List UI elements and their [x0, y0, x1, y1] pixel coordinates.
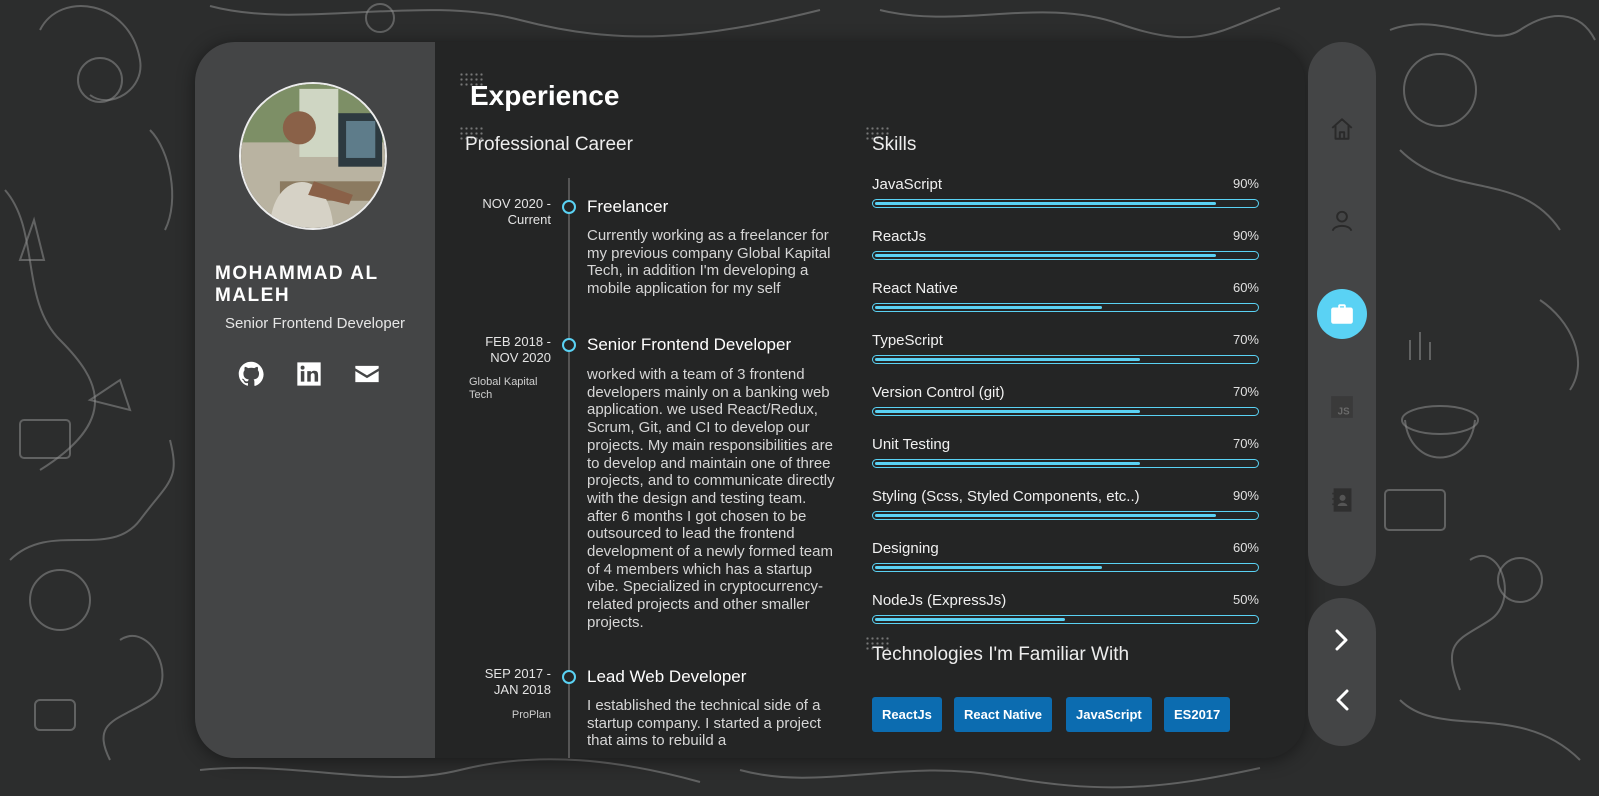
profile-photo	[241, 84, 385, 228]
skill-progress-fill	[875, 202, 1216, 205]
avatar	[239, 82, 387, 230]
nav-skills[interactable]: JS	[1317, 382, 1367, 432]
skill-name: Version Control (git)	[872, 384, 1005, 401]
skill-row: Styling (Scss, Styled Components, etc..)…	[872, 488, 1259, 520]
skill-progress-fill	[875, 358, 1140, 361]
job-title: Lead Web Developer	[587, 667, 747, 686]
skill-name: React Native	[872, 280, 958, 297]
skill-row: NodeJs (ExpressJs) 50%	[872, 592, 1259, 624]
skill-progress-bar	[872, 251, 1259, 260]
skills-heading: Skills	[872, 134, 917, 155]
nav-home[interactable]	[1317, 104, 1367, 154]
skill-row: JavaScript 90%	[872, 176, 1259, 208]
job-description: Currently working as a freelancer for my…	[587, 227, 831, 298]
skill-progress-bar	[872, 199, 1259, 208]
skill-progress-bar	[872, 355, 1259, 364]
skill-row: React Native 60%	[872, 280, 1259, 312]
prev-page-button[interactable]	[1322, 680, 1362, 720]
skill-name: Designing	[872, 540, 939, 557]
skill-name: ReactJs	[872, 228, 927, 245]
mail-icon	[355, 365, 379, 383]
profile-role: Senior Frontend Developer	[224, 315, 406, 332]
skill-name: Styling (Scss, Styled Components, etc..)	[872, 488, 1140, 505]
technologies-heading: Technologies I'm Familiar With	[872, 644, 1130, 665]
nav-about[interactable]	[1317, 196, 1367, 246]
tech-tag[interactable]: ES2017	[1164, 697, 1231, 732]
linkedin-link[interactable]	[295, 360, 323, 388]
timeline-date: NOV 2020 - Current	[482, 196, 551, 227]
company-name: ProPlan	[511, 709, 551, 721]
profile-name: MOHAMMAD AL MALEH	[215, 263, 379, 306]
skill-progress-bar	[872, 563, 1259, 572]
skill-progress-bar	[872, 615, 1259, 624]
next-page-button[interactable]	[1322, 620, 1362, 660]
job-title: Senior Frontend Developer	[587, 335, 792, 354]
skill-percent: 50%	[1232, 592, 1259, 607]
user-icon	[1331, 210, 1353, 232]
job-title: Freelancer	[587, 197, 669, 216]
timeline-date: SEP 2017 - JAN 2018	[484, 666, 551, 697]
skill-progress-fill	[875, 618, 1065, 621]
nav-contact[interactable]	[1317, 475, 1367, 525]
skill-percent: 70%	[1232, 436, 1259, 451]
contact-book-icon	[1332, 488, 1352, 512]
skill-progress-fill	[875, 254, 1216, 257]
timeline-dot	[562, 338, 576, 352]
skill-progress-bar	[872, 407, 1259, 416]
page-title: Experience	[470, 80, 620, 111]
skill-row: Designing 60%	[872, 540, 1259, 572]
page-arrows	[1308, 598, 1376, 746]
skill-progress-bar	[872, 459, 1259, 468]
resume-card: MOHAMMAD AL MALEH Senior Frontend Develo…	[195, 42, 1305, 758]
nav-experience[interactable]	[1317, 289, 1367, 339]
skill-progress-fill	[875, 566, 1102, 569]
career-heading: Professional Career	[465, 134, 633, 155]
skill-progress-fill	[875, 514, 1216, 517]
skill-percent: 70%	[1232, 332, 1259, 347]
skill-progress-fill	[875, 306, 1102, 309]
skill-progress-bar	[872, 303, 1259, 312]
skill-row: Version Control (git) 70%	[872, 384, 1259, 416]
skill-percent: 60%	[1232, 280, 1259, 295]
tech-tag[interactable]: React Native	[954, 697, 1053, 732]
email-link[interactable]	[353, 360, 381, 388]
skill-row: ReactJs 90%	[872, 228, 1259, 260]
skill-percent: 90%	[1232, 228, 1259, 243]
chevron-left-icon	[1336, 689, 1349, 711]
github-link[interactable]	[237, 360, 265, 388]
side-nav: JS	[1308, 42, 1376, 586]
skill-name: TypeScript	[872, 332, 943, 349]
skill-percent: 70%	[1232, 384, 1259, 399]
timeline-date: FEB 2018 - NOV 2020	[485, 334, 551, 365]
company-name: Global Kapital Tech	[469, 376, 538, 401]
profile-panel: MOHAMMAD AL MALEH Senior Frontend Develo…	[195, 42, 435, 758]
skill-name: Unit Testing	[872, 436, 951, 453]
skill-percent: 90%	[1232, 176, 1259, 191]
job-description: I established the technical side of a st…	[587, 697, 822, 750]
skill-percent: 90%	[1232, 488, 1259, 503]
briefcase-icon	[1331, 304, 1353, 324]
chevron-right-icon	[1335, 629, 1348, 651]
github-icon	[238, 361, 264, 386]
skill-name: NodeJs (ExpressJs)	[872, 592, 1007, 609]
linkedin-icon	[297, 362, 321, 386]
skill-progress-bar	[872, 511, 1259, 520]
js-icon-label: JS	[1338, 407, 1350, 418]
skill-row: TypeScript 70%	[872, 332, 1259, 364]
skill-progress-fill	[875, 410, 1140, 413]
skill-row: Unit Testing 70%	[872, 436, 1259, 468]
timeline-dot	[562, 200, 576, 214]
job-description: worked with a team of 3 frontend develop…	[587, 366, 835, 631]
tech-tag[interactable]: ReactJs	[872, 697, 942, 732]
home-icon	[1331, 118, 1353, 140]
js-icon: JS	[1331, 396, 1353, 418]
social-links	[237, 360, 397, 390]
tech-tag[interactable]: JavaScript	[1066, 697, 1152, 732]
skill-progress-fill	[875, 462, 1140, 465]
timeline-dot	[562, 670, 576, 684]
skill-name: JavaScript	[872, 176, 943, 193]
skill-percent: 60%	[1232, 540, 1259, 555]
